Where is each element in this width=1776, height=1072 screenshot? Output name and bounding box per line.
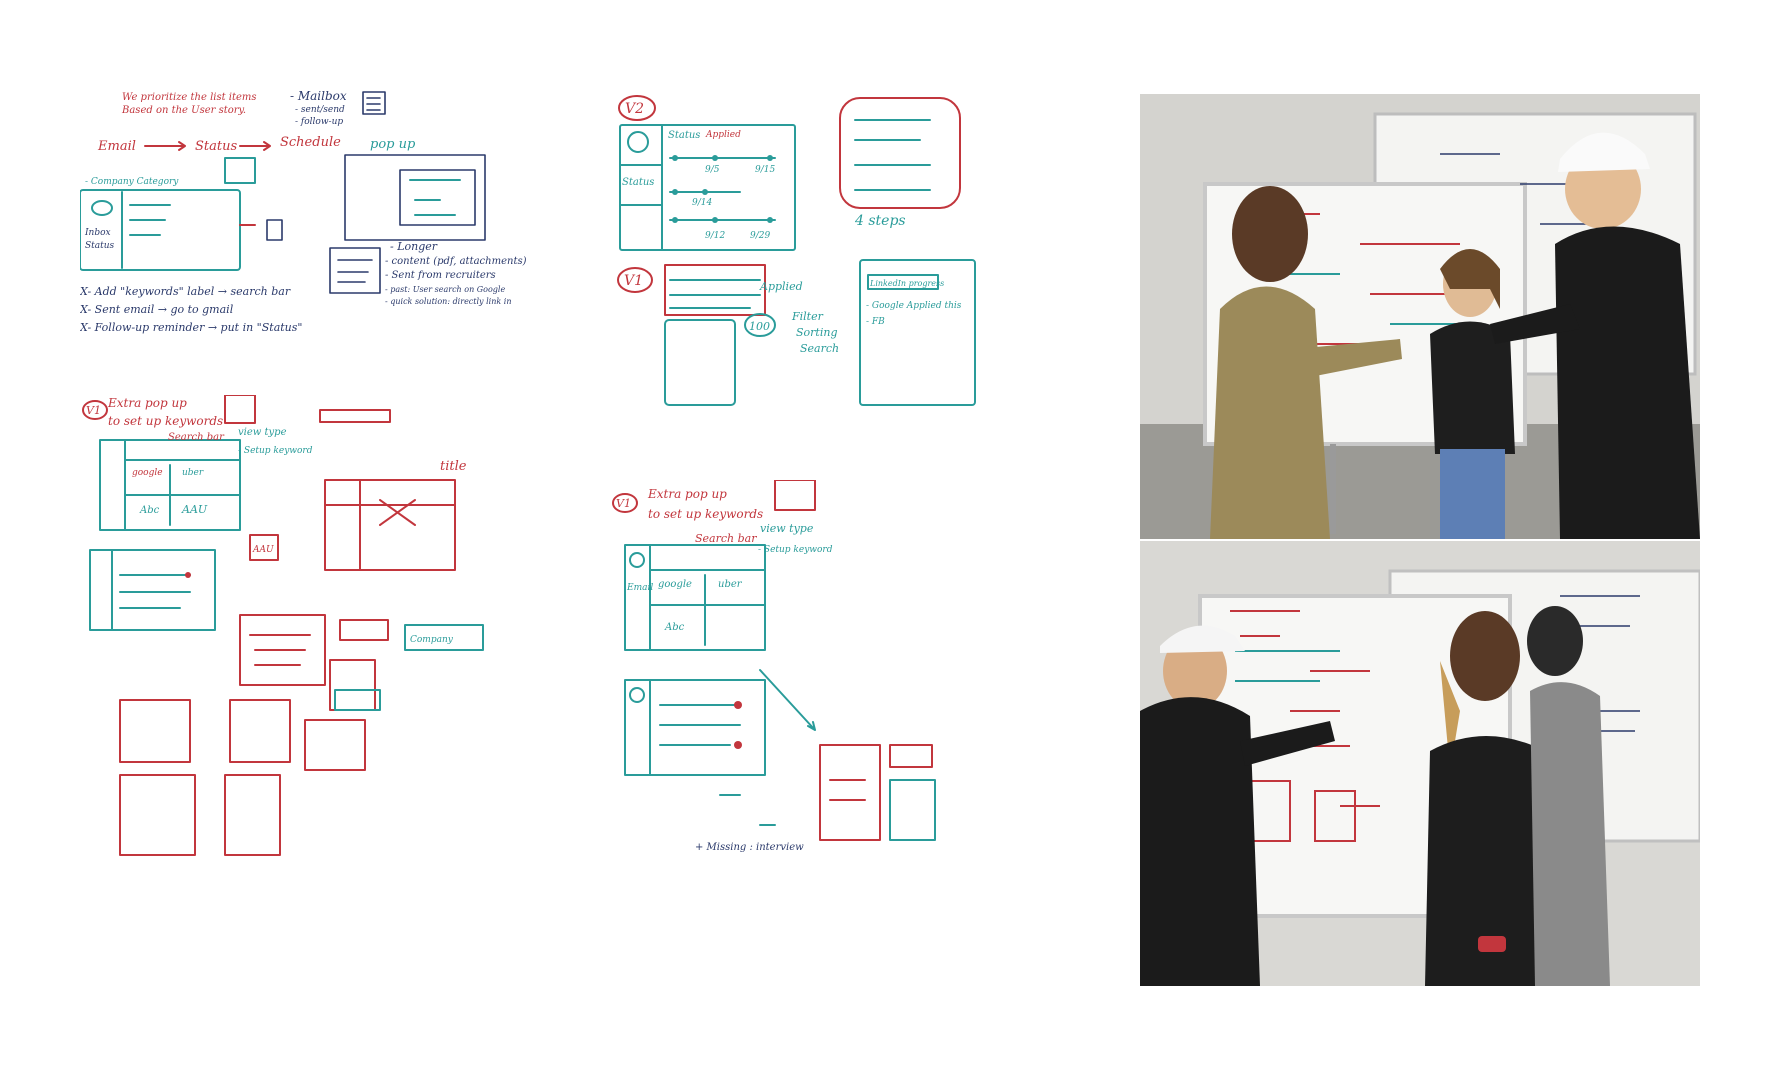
company-label: Company (410, 635, 454, 645)
aau-tile: AAU (181, 503, 208, 516)
v1-label: V1 (624, 273, 643, 289)
mailbox-sent: - sent/send (295, 105, 345, 115)
applied-label: Applied (705, 130, 741, 140)
x-add-note: X- Add "keywords" label → search bar (80, 285, 291, 298)
photo-illustration (1140, 94, 1700, 539)
sketch-panel-status-versions: V2 Status Status Applied 9/5 9/15 9/14 9… (610, 80, 990, 430)
view-type-label: view type (238, 427, 287, 438)
google-tile: google (658, 579, 692, 590)
setup-keyword-label: - Setup keyword (758, 545, 833, 555)
filter-label: Filter (791, 310, 824, 323)
svg-text:Status: Status (668, 130, 700, 141)
setup-keyword-label: - Setup keyword (238, 446, 313, 456)
abc-tile: Abc (139, 505, 160, 516)
sorting-label: Sorting (796, 326, 837, 339)
uber-tile: uber (718, 579, 743, 590)
missing-interview-note: + Missing : interview (695, 842, 804, 853)
content-note: - content (pdf, attachments) (385, 256, 527, 267)
flow-email: Email (97, 139, 136, 154)
svg-text:9/29: 9/29 (750, 231, 770, 241)
extra-popup: Extra pop up (107, 396, 187, 410)
svg-text:Inbox: Inbox (84, 228, 111, 238)
sketch-drawing: We prioritize the list items Based on th… (80, 89, 527, 334)
search-label: Search (800, 342, 839, 355)
company-category: - Company Category (85, 177, 179, 187)
setup-keywords: to set up keywords (648, 507, 763, 521)
mailbox-label: - Mailbox (290, 89, 347, 103)
sketch-panel-email-status: We prioritize the list items Based on th… (80, 80, 560, 400)
sketch-panel-keywords-v1-b: V1 Extra pop up to set up keywords Searc… (610, 480, 980, 865)
svg-text:9/15: 9/15 (755, 165, 775, 175)
svg-text:9/12: 9/12 (705, 231, 725, 241)
search-bar-label: Search bar (695, 532, 757, 545)
whiteboard-photo-bottom (1140, 541, 1700, 986)
v2-label: V2 (625, 101, 644, 117)
longer-note: - Longer (390, 240, 438, 253)
svg-text:9/14: 9/14 (692, 198, 712, 208)
sketch-panel-keywords-v1-a: V1 Extra pop up to set up keywords googl… (70, 395, 565, 865)
airbnb-progress: LinkedIn progress (869, 279, 944, 288)
uber-tile: uber (182, 468, 204, 478)
v1-label: V1 (616, 497, 631, 510)
sketch-drawing: V2 Status Status Applied 9/5 9/15 9/14 9… (617, 95, 976, 406)
aau-box: AAU (252, 545, 274, 555)
google-applied-note: - Google Applied this (866, 301, 962, 311)
x-sent-note: X- Sent email → go to gmail (80, 303, 234, 316)
note-top: We prioritize the list items (122, 92, 257, 103)
svg-text:Status: Status (85, 241, 115, 251)
hundred-label: 100 (749, 320, 770, 333)
whiteboard-photo-top (1140, 94, 1700, 539)
status-label: Status (622, 177, 654, 188)
flow-status: Status (195, 139, 237, 154)
search-bar-label: Search bar (168, 432, 225, 443)
abc-tile: Abc (664, 622, 685, 633)
photo-illustration (1140, 541, 1700, 986)
sent-from-note: - Sent from recruiters (385, 270, 496, 281)
v1-label: V1 (86, 404, 101, 417)
applied-label-2: Applied (759, 280, 803, 293)
sketch-drawing: V1 Extra pop up to set up keywords googl… (82, 395, 484, 856)
flow-schedule: Schedule (280, 135, 341, 150)
email-side-label: Email (626, 583, 653, 593)
extra-popup: Extra pop up (647, 487, 727, 501)
popup-label: pop up (370, 137, 416, 152)
quick-note: - quick solution: directly link in (385, 297, 512, 306)
sketch-drawing: V1 Extra pop up to set up keywords Searc… (612, 480, 936, 853)
fb-note: - FB (866, 317, 885, 327)
svg-text:9/5: 9/5 (705, 165, 720, 175)
google-tile: google (132, 468, 163, 478)
view-type-label: view type (760, 522, 814, 535)
x-follow-note: X- Follow-up reminder → put in "Status" (80, 321, 302, 334)
title-label: title (440, 459, 467, 474)
setup-keywords: to set up keywords (108, 414, 223, 428)
note-top-2: Based on the User story. (121, 105, 246, 116)
mailbox-follow: - follow-up (295, 117, 343, 127)
four-steps: 4 steps (854, 213, 906, 229)
past-note: - past: User search on Google (385, 285, 505, 294)
